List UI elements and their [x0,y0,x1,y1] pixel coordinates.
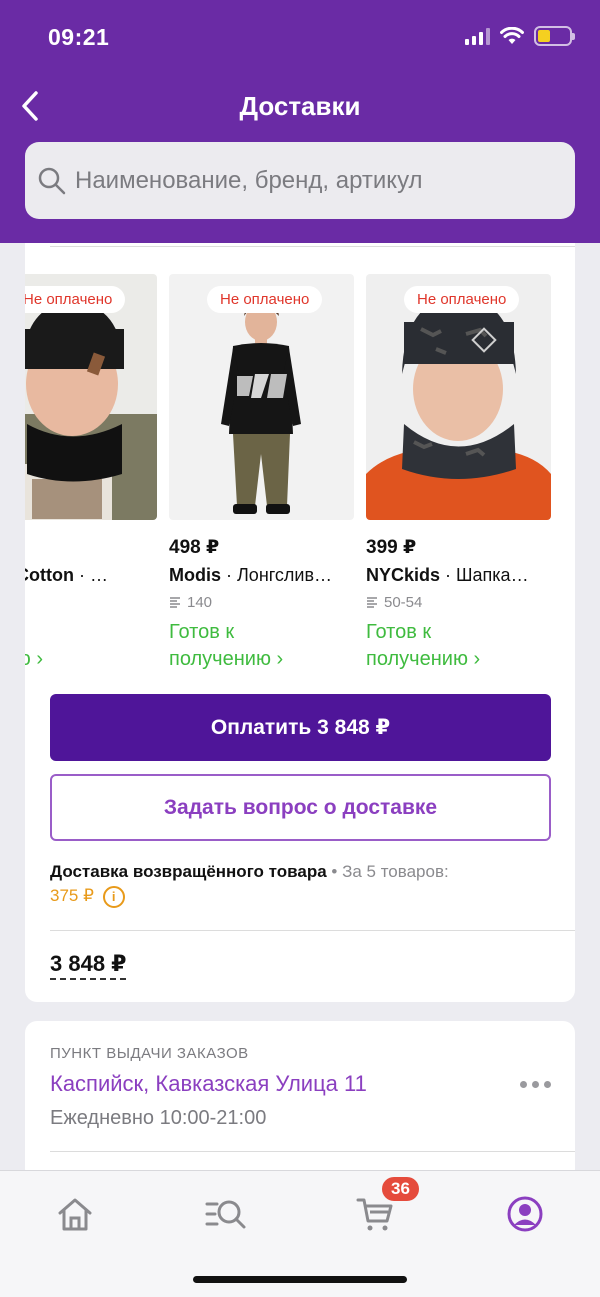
profile-icon [507,1196,543,1232]
product-price: 498 ₽ [169,537,220,558]
header: 09:21 Доставки Наименование, бренд, арти… [0,0,600,243]
return-delivery-cost: 375 ₽ [50,886,94,905]
search-input[interactable]: Наименование, бренд, артикул [25,142,575,219]
product-card[interactable]: Не оплачено ₽ NGE Cotton · … 52 з кчению… [25,274,157,673]
product-carousel[interactable]: Не оплачено ₽ NGE Cotton · … 52 з кчению… [25,274,575,684]
nav-profile[interactable] [500,1189,550,1239]
divider [50,246,575,247]
product-size: 52 [25,594,157,611]
info-icon[interactable]: i [102,885,125,908]
ruler-icon [170,596,180,608]
home-indicator [193,1276,407,1283]
ask-delivery-question-button[interactable]: Задать вопрос о доставке [50,774,551,841]
status-icons [465,26,575,46]
delivery-card: Не оплачено ₽ NGE Cotton · … 52 з кчению… [25,243,575,1002]
ruler-icon [367,596,377,608]
product-price: 399 ₽ [366,537,417,558]
product-name: NYCkids · Шапка… [366,565,529,585]
catalog-search-icon [205,1200,246,1229]
pickup-hours: Ежедневно 10:00-21:00 [50,1107,267,1129]
product-name: NGE Cotton · … [25,565,108,585]
return-delivery-note: • За 5 товаров: [326,862,449,881]
pickup-point-card: ПУНКТ ВЫДАЧИ ЗАКАЗОВ Каспийск, Кавказска… [25,1021,575,1181]
product-state[interactable]: з кчению › [25,619,157,673]
return-delivery-info: Доставка возвращённого товара • За 5 тов… [50,860,550,908]
product-image: Не оплачено [366,274,551,520]
status-time: 09:21 [48,24,110,50]
pickup-label: ПУНКТ ВЫДАЧИ ЗАКАЗОВ [50,1045,249,1062]
product-size: 50-54 [366,594,551,611]
product-state[interactable]: Готов к получению › [169,619,354,673]
wifi-icon [500,27,524,44]
nav-cart[interactable]: 36 [350,1175,421,1239]
product-card[interactable]: Не оплачено 399 ₽ NYCkids · Шапка… 50-54… [366,274,551,673]
home-icon [58,1198,92,1231]
product-card[interactable]: Не оплачено 498 ₽ Modis · Лонгслив… 140 … [169,274,354,673]
status-badge: Не оплачено [404,286,520,313]
nav-home[interactable] [50,1189,100,1239]
pay-button[interactable]: Оплатить 3 848 ₽ [50,694,551,761]
divider [50,1151,575,1152]
battery-icon [534,26,575,46]
product-price: ₽ [25,536,157,560]
pickup-address[interactable]: Каспийск, Кавказская Улица 11 [50,1071,367,1097]
more-options-button[interactable] [520,1081,551,1088]
cart-count-badge: 36 [380,1175,421,1203]
page-title: Доставки [239,91,361,121]
search-placeholder: Наименование, бренд, артикул [75,166,423,194]
product-name: Modis · Лонгслив… [169,565,333,585]
product-size: 140 [169,594,354,611]
signal-icon [465,27,490,45]
product-state[interactable]: Готов к получению › [366,619,551,673]
return-delivery-title: Доставка возвращённого товара [50,862,327,881]
search-icon [38,167,66,194]
status-badge: Не оплачено [207,286,323,313]
status-badge: Не оплачено [25,286,126,313]
product-image: Не оплачено [25,274,157,520]
nav-catalog[interactable] [200,1189,250,1239]
order-total[interactable]: 3 848 ₽ [50,951,127,980]
divider [50,930,575,931]
product-image: Не оплачено [169,274,354,520]
